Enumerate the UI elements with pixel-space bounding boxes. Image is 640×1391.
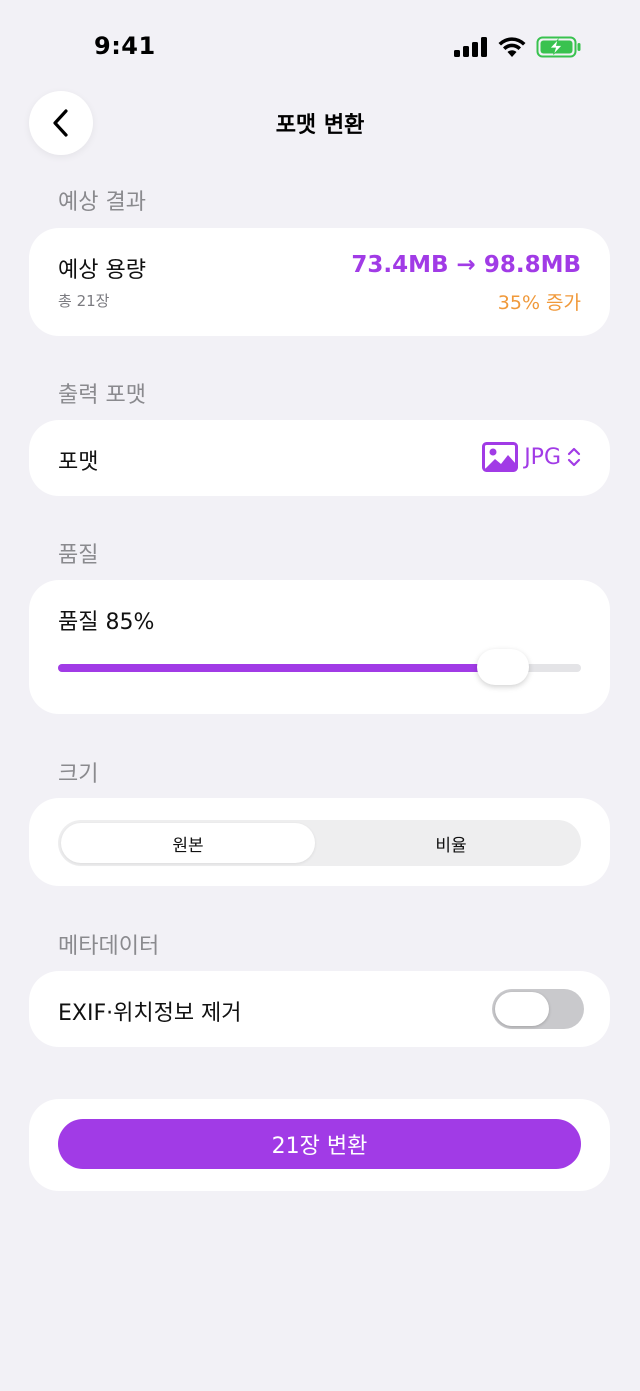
metadata-toggle[interactable] <box>492 989 584 1029</box>
status-icons <box>454 36 582 58</box>
size-segmented-control: 원본 비율 <box>58 820 581 866</box>
action-card: 21장 변환 <box>29 1099 610 1191</box>
quality-slider-thumb[interactable] <box>477 649 529 685</box>
page-title: 포맷 변환 <box>275 113 365 138</box>
status-time: 9:41 <box>94 32 156 60</box>
section-label-estimate: 예상 결과 <box>58 190 146 215</box>
format-picker[interactable]: JPG <box>482 442 581 472</box>
metadata-label: EXIF·위치정보 제거 <box>58 1001 242 1026</box>
section-label-output: 출력 포맷 <box>58 383 146 408</box>
section-label-metadata: 메타데이터 <box>58 934 160 959</box>
status-bar: 9:41 <box>0 0 640 90</box>
quality-slider[interactable] <box>58 649 581 685</box>
battery-icon <box>536 36 581 58</box>
format-card: 포맷 JPG <box>29 420 610 496</box>
quality-card: 품질 85% <box>29 580 610 714</box>
estimate-count: 총 21장 <box>58 292 110 310</box>
estimate-sizes: 73.4MB → 98.8MB <box>351 252 581 278</box>
section-label-quality: 품질 <box>58 543 99 568</box>
size-option-ratio[interactable]: 비율 <box>324 823 578 863</box>
convert-button[interactable]: 21장 변환 <box>58 1119 581 1169</box>
section-label-size: 크기 <box>58 762 99 787</box>
metadata-card: EXIF·위치정보 제거 <box>29 971 610 1047</box>
signal-icon <box>454 37 487 57</box>
chevron-up-down-icon <box>567 447 581 467</box>
metadata-toggle-knob <box>495 992 549 1026</box>
wifi-icon <box>498 37 526 57</box>
quality-label: 품질 85% <box>58 610 155 635</box>
size-card: 원본 비율 <box>29 798 610 886</box>
size-option-original[interactable]: 원본 <box>61 823 315 863</box>
quality-slider-fill <box>58 664 503 672</box>
estimate-card: 예상 용량 총 21장 73.4MB → 98.8MB 35% 증가 <box>29 228 610 336</box>
estimate-title: 예상 용량 <box>58 258 146 283</box>
photo-icon <box>482 442 519 472</box>
format-label: 포맷 <box>58 450 99 475</box>
estimate-change: 35% 증가 <box>497 292 581 314</box>
format-value: JPG <box>524 444 561 470</box>
